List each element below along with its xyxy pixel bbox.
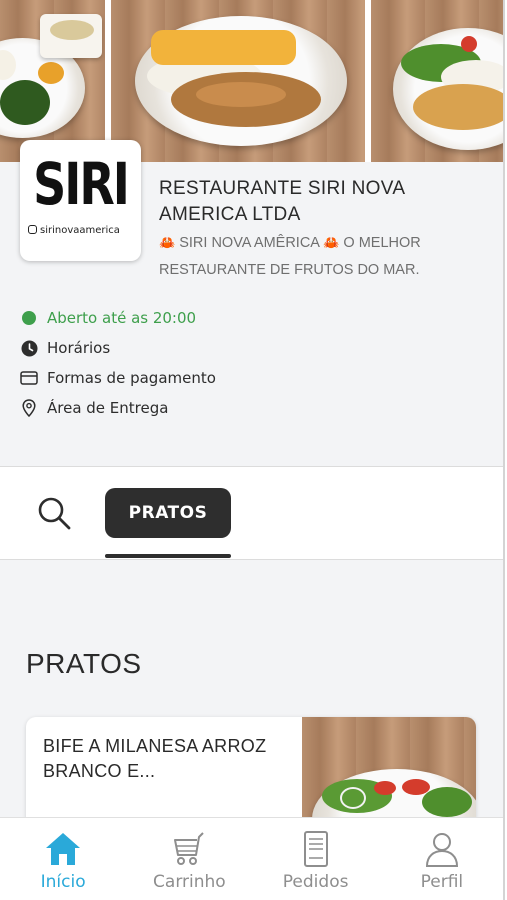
nav-pedidos[interactable]: Pedidos	[253, 818, 379, 900]
product-name: BIFE A MILANESA ARROZ BRANCO E...	[43, 736, 267, 781]
crab-icon: 🦀	[159, 235, 176, 250]
open-status: Aberto até as 20:00	[20, 309, 196, 327]
search-icon	[38, 497, 71, 530]
app-frame: SIRI sirinovaamerica RESTAURANTE SIRI NO…	[0, 0, 505, 900]
clock-icon	[20, 339, 38, 357]
tab-pratos[interactable]: PRATOS	[105, 488, 231, 538]
banner-photo-3	[371, 0, 503, 162]
profile-icon	[425, 833, 458, 867]
product-card[interactable]: BIFE A MILANESA ARROZ BRANCO E...	[26, 717, 476, 827]
orders-icon	[303, 831, 328, 867]
crab-icon: 🦀	[323, 235, 340, 250]
nav-label: Início	[40, 872, 86, 892]
nav-carrinho[interactable]: Carrinho	[126, 818, 252, 900]
bottom-nav: Início Carrinho Pedidos Perfil	[0, 817, 503, 900]
status-dot-icon	[20, 309, 38, 327]
open-status-text: Aberto até as 20:00	[47, 309, 197, 327]
banner-photo-1	[0, 0, 105, 162]
divider	[0, 559, 503, 560]
category-bar	[0, 467, 503, 559]
nav-label: Carrinho	[153, 872, 226, 892]
search-button[interactable]	[34, 493, 74, 533]
logo-wordmark: SIRI	[33, 150, 130, 218]
instagram-icon	[28, 225, 37, 234]
banner-photo-2	[111, 0, 365, 162]
store-name: RESTAURANTE SIRI NOVA AMERICA LTDA	[159, 178, 405, 225]
hours-link[interactable]: Horários	[20, 339, 110, 357]
active-tab-indicator	[105, 554, 231, 558]
home-icon	[46, 833, 81, 865]
payment-methods-label: Formas de pagamento	[47, 369, 216, 387]
logo-handle-text: sirinovaamerica	[40, 225, 120, 236]
delivery-area-label: Área de Entrega	[47, 399, 169, 417]
nav-perfil[interactable]: Perfil	[379, 818, 503, 900]
nav-label: Perfil	[420, 872, 464, 892]
credit-card-icon	[20, 369, 38, 387]
delivery-area-link[interactable]: Área de Entrega	[20, 399, 168, 417]
logo-handle: sirinovaamerica	[28, 225, 138, 236]
store-logo: SIRI sirinovaamerica	[20, 140, 141, 261]
payment-methods-link[interactable]: Formas de pagamento	[20, 369, 216, 387]
store-tagline: 🦀 SIRI NOVA AMÊRICA 🦀 O MELHOR RESTAURAN…	[159, 229, 479, 284]
nav-label: Pedidos	[282, 872, 349, 892]
map-pin-icon	[20, 399, 38, 417]
cover-banner	[0, 0, 503, 162]
product-image	[302, 717, 476, 827]
nav-inicio[interactable]: Início	[0, 818, 126, 900]
cart-icon	[174, 832, 205, 865]
hours-label: Horários	[47, 339, 111, 357]
section-title: PRATOS	[26, 648, 142, 679]
tagline-part-1: SIRI NOVA AMÊRICA	[179, 235, 320, 251]
